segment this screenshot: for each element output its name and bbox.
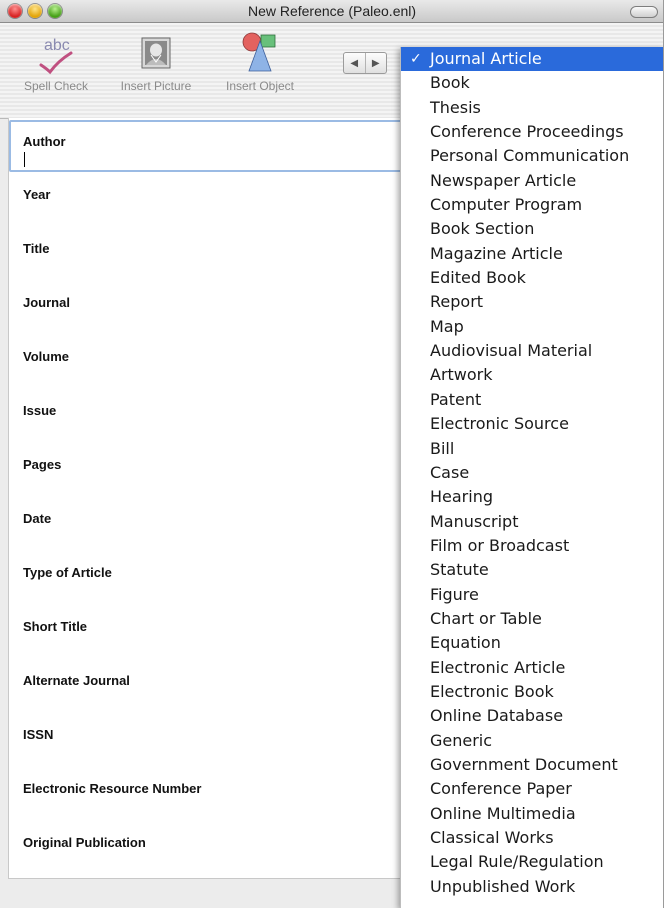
spell-check-label: Spell Check bbox=[23, 79, 89, 93]
menu-item-patent[interactable]: Patent bbox=[401, 388, 663, 412]
insert-object-icon bbox=[220, 27, 300, 79]
menu-item-book[interactable]: Book bbox=[401, 71, 663, 95]
pages-field[interactable]: Pages bbox=[9, 443, 403, 495]
field-label-electronic-resource-number: Electronic Resource Number bbox=[23, 781, 202, 796]
issue-field[interactable]: Issue bbox=[9, 389, 403, 441]
short-title-field[interactable]: Short Title bbox=[9, 605, 403, 657]
spell-check-button[interactable]: abc Spell Check bbox=[16, 27, 96, 93]
menu-item-personal-communication[interactable]: Personal Communication bbox=[401, 144, 663, 168]
menu-item-computer-program[interactable]: Computer Program bbox=[401, 193, 663, 217]
date-field[interactable]: Date bbox=[9, 497, 403, 549]
menu-item-equation[interactable]: Equation bbox=[401, 631, 663, 655]
menu-item-thesis[interactable]: Thesis bbox=[401, 96, 663, 120]
menu-item-electronic-source[interactable]: Electronic Source bbox=[401, 412, 663, 436]
original-publication-field[interactable]: Original Publication bbox=[9, 821, 403, 873]
field-label-date: Date bbox=[23, 511, 52, 526]
menu-item-generic[interactable]: Generic bbox=[401, 729, 663, 753]
svg-text:abc: abc bbox=[44, 37, 70, 54]
menu-item-report[interactable]: Report bbox=[401, 290, 663, 314]
menu-item-electronic-article[interactable]: Electronic Article bbox=[401, 656, 663, 680]
menu-item-government-document[interactable]: Government Document bbox=[401, 753, 663, 777]
menu-item-case[interactable]: Case bbox=[401, 461, 663, 485]
electronic-resource-number-field[interactable]: Electronic Resource Number bbox=[9, 767, 403, 819]
status-bar bbox=[8, 878, 408, 908]
reference-type-menu[interactable]: ✓ Journal Article Book Thesis Conference … bbox=[400, 47, 663, 908]
insert-picture-label: Insert Picture bbox=[120, 79, 192, 93]
insert-object-button[interactable]: Insert Object bbox=[220, 27, 300, 93]
menu-item-conference-paper[interactable]: Conference Paper bbox=[401, 777, 663, 801]
field-label-issn: ISSN bbox=[23, 727, 54, 742]
title-bar[interactable]: New Reference (Paleo.enl) bbox=[0, 0, 663, 23]
menu-item-online-multimedia[interactable]: Online Multimedia bbox=[401, 802, 663, 826]
volume-field[interactable]: Volume bbox=[9, 335, 403, 387]
field-label-issue: Issue bbox=[23, 403, 57, 418]
menu-item-audiovisual-material[interactable]: Audiovisual Material bbox=[401, 339, 663, 363]
menu-item-statute[interactable]: Statute bbox=[401, 558, 663, 582]
menu-item-classical-works[interactable]: Classical Works bbox=[401, 826, 663, 850]
menu-item-journal-article[interactable]: ✓ Journal Article bbox=[401, 47, 663, 72]
menu-item-figure[interactable]: Figure bbox=[401, 583, 663, 607]
field-label-short-title: Short Title bbox=[23, 619, 88, 634]
menu-item-online-database[interactable]: Online Database bbox=[401, 704, 663, 728]
menu-item-manuscript[interactable]: Manuscript bbox=[401, 510, 663, 534]
issn-field[interactable]: ISSN bbox=[9, 713, 403, 765]
toolbar-toggle-button[interactable] bbox=[630, 6, 658, 18]
menu-item-edited-book[interactable]: Edited Book bbox=[401, 266, 663, 290]
reference-window: New Reference (Paleo.enl) abc Spell Chec… bbox=[0, 0, 664, 908]
type-of-article-field[interactable]: Type of Article bbox=[9, 551, 403, 603]
menu-item-film-or-broadcast[interactable]: Film or Broadcast bbox=[401, 534, 663, 558]
reference-form: Author Year Title Journal Volume Issue P… bbox=[8, 118, 409, 878]
field-label-type-of-article: Type of Article bbox=[23, 565, 112, 580]
menu-item-map[interactable]: Map bbox=[401, 315, 663, 339]
menu-item-bill[interactable]: Bill bbox=[401, 437, 663, 461]
title-field[interactable]: Title bbox=[9, 227, 403, 279]
field-label-original-publication: Original Publication bbox=[23, 835, 146, 850]
menu-item-magazine-article[interactable]: Magazine Article bbox=[401, 242, 663, 266]
menu-item-hearing[interactable]: Hearing bbox=[401, 485, 663, 509]
menu-item-chart-or-table[interactable]: Chart or Table bbox=[401, 607, 663, 631]
field-label-title: Title bbox=[23, 241, 50, 256]
field-label-volume: Volume bbox=[23, 349, 69, 364]
menu-item-book-section[interactable]: Book Section bbox=[401, 217, 663, 241]
next-arrow-icon[interactable]: ▶ bbox=[364, 53, 387, 73]
field-label-year: Year bbox=[23, 187, 51, 202]
insert-picture-button[interactable]: Insert Picture bbox=[116, 27, 196, 93]
menu-item-conference-proceedings[interactable]: Conference Proceedings bbox=[401, 120, 663, 144]
alternate-journal-field[interactable]: Alternate Journal bbox=[9, 659, 403, 711]
field-label-author: Author bbox=[23, 134, 66, 149]
picture-icon bbox=[116, 27, 196, 79]
spell-check-icon: abc bbox=[16, 27, 96, 79]
menu-item-legal-rule-regulation[interactable]: Legal Rule/Regulation bbox=[401, 850, 663, 874]
field-label-pages: Pages bbox=[23, 457, 62, 472]
record-navigation: ◀ ▶ bbox=[343, 52, 387, 74]
field-label-journal: Journal bbox=[23, 295, 70, 310]
insert-object-label: Insert Object bbox=[225, 79, 295, 93]
menu-item-newspaper-article[interactable]: Newspaper Article bbox=[401, 169, 663, 193]
menu-item-unpublished-work[interactable]: Unpublished Work bbox=[401, 875, 663, 899]
menu-item-electronic-book[interactable]: Electronic Book bbox=[401, 680, 663, 704]
previous-arrow-icon[interactable]: ◀ bbox=[344, 53, 365, 73]
checkmark-icon: ✓ bbox=[410, 51, 422, 67]
window-title: New Reference (Paleo.enl) bbox=[247, 3, 417, 19]
field-label-alternate-journal: Alternate Journal bbox=[23, 673, 130, 688]
journal-field[interactable]: Journal bbox=[9, 281, 403, 333]
year-field[interactable]: Year bbox=[9, 173, 403, 225]
author-field[interactable]: Author bbox=[9, 120, 403, 172]
text-cursor bbox=[24, 152, 25, 167]
menu-item-artwork[interactable]: Artwork bbox=[401, 363, 663, 387]
